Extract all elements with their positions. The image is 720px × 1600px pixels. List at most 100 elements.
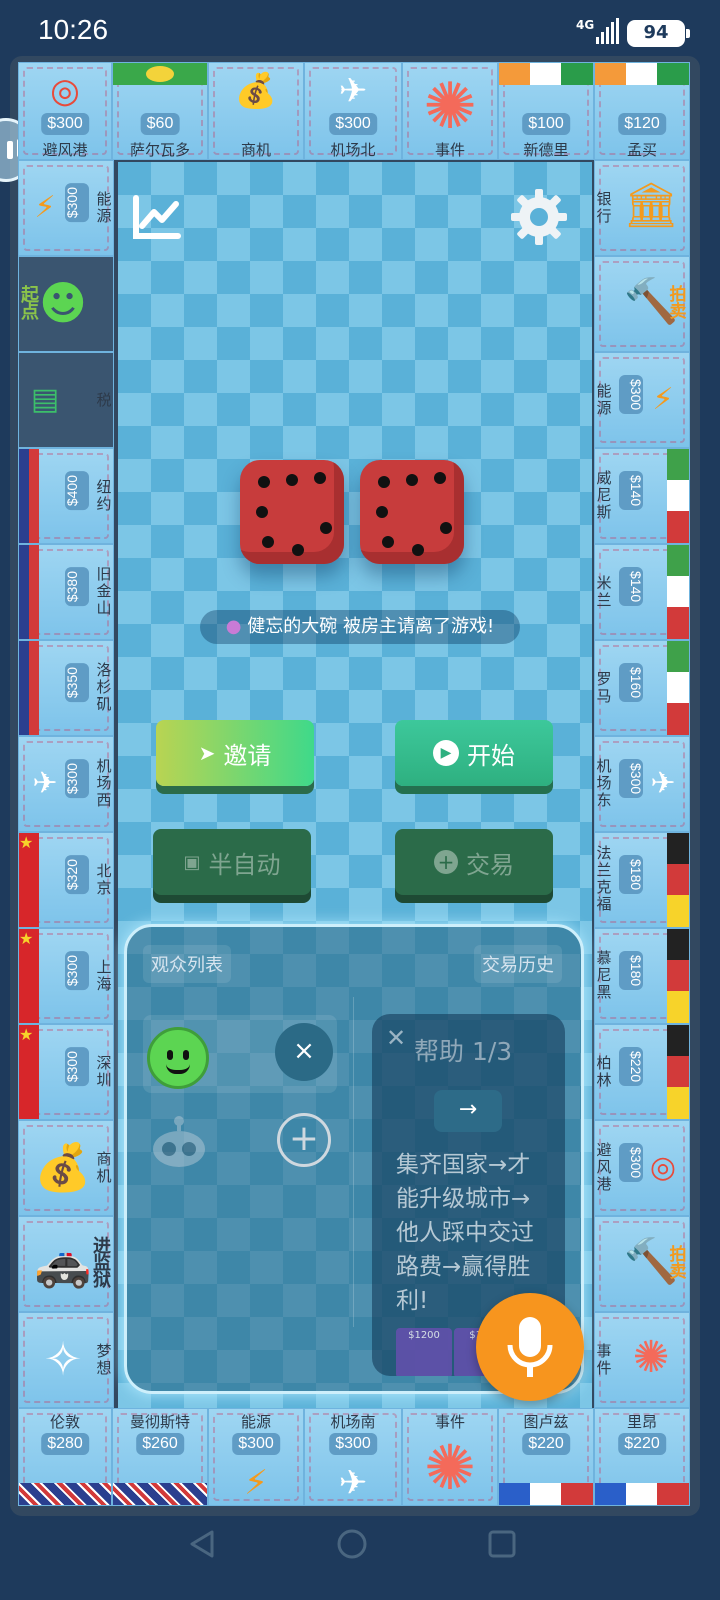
board-cell-right-5[interactable]: $160 罗马 [594, 640, 690, 736]
settings-gear-icon[interactable] [508, 186, 570, 248]
cell-name: 慕尼黑 [596, 949, 612, 1001]
brazil-flag-diamond [145, 66, 175, 82]
board-cell-bottom-6[interactable]: 里昂 $220 [594, 1408, 690, 1506]
cell-name: 避风港 [596, 1141, 612, 1193]
voice-chat-button[interactable] [476, 1293, 584, 1401]
board-cell-left-10[interactable]: 💰 商机 [18, 1120, 114, 1216]
board-cell-left-12[interactable]: ✧ 梦想 [18, 1312, 114, 1408]
board-cell-left-1[interactable]: ☻ 起点 [18, 256, 114, 352]
board-cell-right-10[interactable]: ◎ $300 避风港 [594, 1120, 690, 1216]
plane-icon: ✈ [32, 765, 58, 801]
cell-name: 萨尔瓦多 [129, 141, 190, 159]
wheel-icon: ✺ [424, 1430, 476, 1504]
cell-price: $300 [619, 1143, 644, 1183]
cell-name: 孟买 [626, 141, 657, 159]
cell-price: $300 [232, 1433, 280, 1455]
board-cell-right-6[interactable]: ✈ $300 机场东 [594, 736, 690, 832]
next-help-button[interactable]: → [434, 1090, 502, 1132]
close-help-icon[interactable]: ✕ [386, 1024, 406, 1052]
status-bar: 10:26 4G 94 [0, 0, 720, 60]
board-cell-right-0[interactable]: 🏛 银行 [594, 160, 690, 256]
board-cell-bottom-2[interactable]: 能源 $300 ⚡ [208, 1408, 304, 1506]
remove-player-button[interactable]: × [275, 1023, 333, 1081]
cell-name: 机场南 [330, 1413, 376, 1431]
cell-price: $180 [619, 951, 644, 991]
board-cell-right-8[interactable]: $180 慕尼黑 [594, 928, 690, 1024]
board-cell-left-5[interactable]: $350 洛杉矶 [18, 640, 114, 736]
cell-name: 能源 [96, 190, 112, 225]
tab-audience-list[interactable]: 观众列表 [143, 945, 231, 983]
cell-price: $300 [619, 759, 644, 799]
cell-price: $100 [522, 113, 570, 135]
board-cell-right-11[interactable]: 🔨 拍卖 [594, 1216, 690, 1312]
board-cell-left-2[interactable]: ▤ 税 [18, 352, 114, 448]
board-cell-top-0[interactable]: ◎ $300 避风港 [18, 62, 112, 160]
plane-icon: ✈ [338, 71, 368, 111]
wheel-icon: ✺ [632, 1331, 670, 1383]
board-cell-top-2[interactable]: 💰 商机 [208, 62, 304, 160]
board-cell-left-4[interactable]: $380 旧金山 [18, 544, 114, 640]
italy-flag-icon [667, 641, 689, 735]
india-flag-icon [499, 63, 593, 85]
board-cell-top-6[interactable]: $120 孟买 [594, 62, 690, 160]
cell-name: 洛杉矶 [96, 661, 112, 713]
cell-price: $220 [522, 1433, 570, 1455]
die-left[interactable] [240, 460, 344, 564]
back-icon[interactable] [186, 1528, 218, 1560]
board-cell-top-5[interactable]: $100 新德里 [498, 62, 594, 160]
cell-name: 纽约 [96, 478, 112, 513]
cell-name: 机场北 [330, 141, 376, 159]
energy-icon: ⚡ [652, 381, 674, 417]
cell-name: 上海 [96, 958, 112, 993]
board-cell-right-2[interactable]: ⚡ $300 能源 [594, 352, 690, 448]
stats-chart-icon[interactable] [128, 190, 184, 246]
board-cell-right-9[interactable]: $220 柏林 [594, 1024, 690, 1120]
board-cell-top-3[interactable]: ✈ $300 机场北 [304, 62, 402, 160]
board-cell-right-3[interactable]: $140 威尼斯 [594, 448, 690, 544]
cell-name: 事件 [434, 141, 465, 159]
board-cell-left-0[interactable]: ⚡ $300 能源 [18, 160, 114, 256]
cell-price: $300 [64, 951, 89, 991]
recents-icon[interactable] [486, 1528, 518, 1560]
cell-name: 罗马 [596, 670, 612, 705]
start-button[interactable]: ▶ 开始 [395, 720, 553, 786]
india-flag-icon [595, 63, 689, 85]
semi-auto-button[interactable]: ▣ 半自动 [153, 829, 311, 895]
bank-icon: 🏛 [623, 180, 679, 231]
cell-price: $160 [619, 663, 644, 703]
board-cell-top-4[interactable]: ✺ 事件 [402, 62, 498, 160]
cell-price: $300 [64, 1047, 89, 1087]
board-cell-left-6[interactable]: ✈ $300 机场西 [18, 736, 114, 832]
cell-price: $380 [64, 567, 89, 607]
board-cell-bottom-3[interactable]: 机场南 $300 ✈ [304, 1408, 402, 1506]
die-right[interactable] [360, 460, 464, 564]
board-cell-left-7[interactable]: ★ $320 北京 [18, 832, 114, 928]
board-cell-left-11[interactable]: 🚓 进监狱 [18, 1216, 114, 1312]
board-cell-bottom-4[interactable]: 事件 ✺ [402, 1408, 498, 1506]
cell-name: 进监狱 [93, 1236, 111, 1291]
add-bot-button[interactable]: + [277, 1113, 331, 1167]
cell-name: 里昂 [626, 1413, 657, 1431]
cell-price: $260 [136, 1433, 184, 1455]
cell-price: $320 [64, 855, 89, 895]
microphone-icon [507, 1317, 553, 1377]
italy-flag-icon [667, 545, 689, 639]
board-cell-right-1[interactable]: 🔨 拍卖 [594, 256, 690, 352]
board-cell-bottom-5[interactable]: 图卢兹 $220 [498, 1408, 594, 1506]
home-icon[interactable] [336, 1528, 368, 1560]
france-flag-icon [595, 1483, 689, 1505]
trade-button[interactable]: + 交易 [395, 829, 553, 895]
board-cell-left-3[interactable]: $400 纽约 [18, 448, 114, 544]
board-cell-left-8[interactable]: ★ $300 上海 [18, 928, 114, 1024]
invite-button[interactable]: ➤ 邀请 [156, 720, 314, 786]
board-cell-right-4[interactable]: $140 米兰 [594, 544, 690, 640]
board-cell-right-7[interactable]: $180 法兰克福 [594, 832, 690, 928]
board-cell-left-9[interactable]: ★ $300 深圳 [18, 1024, 114, 1120]
board-cell-top-1[interactable]: $60 萨尔瓦多 [112, 62, 208, 160]
board-cell-bottom-1[interactable]: 曼彻斯特 $260 [112, 1408, 208, 1506]
board-cell-bottom-0[interactable]: 伦敦 $280 [18, 1408, 112, 1506]
board-cell-right-12[interactable]: ✺ 事件 [594, 1312, 690, 1408]
cell-name: 北京 [96, 862, 112, 897]
cell-name: 机场西 [96, 757, 112, 809]
tab-trade-history[interactable]: 交易历史 [474, 945, 562, 983]
